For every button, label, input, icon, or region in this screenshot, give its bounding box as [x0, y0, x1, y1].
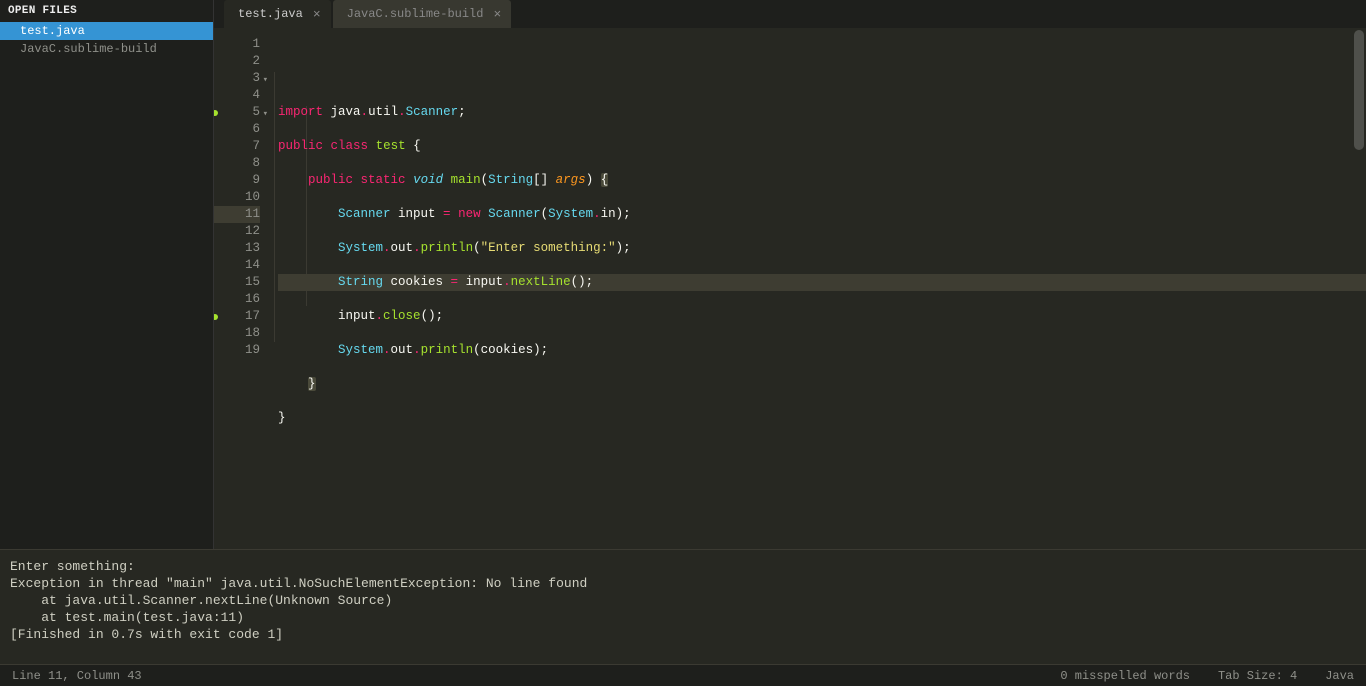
sidebar-item-javac-sublime-build[interactable]: JavaC.sublime-build — [0, 40, 213, 58]
code-line[interactable] — [278, 359, 1366, 376]
tab-bar: test.java × JavaC.sublime-build × — [214, 0, 1366, 28]
close-icon[interactable]: × — [313, 8, 321, 21]
sidebar-header: OPEN FILES — [0, 0, 213, 22]
code-line[interactable]: System.out.println(cookies); — [278, 342, 1366, 359]
code-line[interactable]: System.out.println("Enter something:"); — [278, 240, 1366, 257]
editor-area: test.java×JavaC.sublime-build× 123▾45▾67… — [214, 0, 1366, 549]
code-line[interactable]: String cookies = input.nextLine(); — [278, 274, 1366, 291]
gutter-line[interactable]: 2 — [214, 53, 260, 70]
gutter-line[interactable]: 10 — [214, 189, 260, 206]
gutter-line[interactable]: 4 — [214, 87, 260, 104]
code-line[interactable]: } — [278, 410, 1366, 427]
gutter-line[interactable]: 19 — [214, 342, 260, 359]
modified-marker-icon — [214, 110, 218, 116]
sidebar-item-test-java[interactable]: test.java — [0, 22, 213, 40]
status-bar: Line 11, Column 43 0 misspelled words Ta… — [0, 664, 1366, 686]
gutter: 123▾45▾678910111213141516171819 — [214, 28, 268, 549]
gutter-line[interactable]: 11 — [214, 206, 260, 223]
tab-test-java[interactable]: test.java × — [224, 0, 331, 28]
gutter-line[interactable]: 13 — [214, 240, 260, 257]
code-editor[interactable]: import java.util.Scanner; public class t… — [268, 28, 1366, 549]
code-line[interactable]: } — [278, 376, 1366, 393]
tab-label: test.java — [238, 7, 303, 21]
vertical-scrollbar[interactable] — [1354, 30, 1364, 150]
gutter-line[interactable]: 7 — [214, 138, 260, 155]
code-line[interactable]: Scanner input = new Scanner(System.in); — [278, 206, 1366, 223]
gutter-line[interactable]: 5▾ — [214, 104, 260, 121]
code-line[interactable]: public class test { — [278, 138, 1366, 155]
gutter-line[interactable]: 12 — [214, 223, 260, 240]
gutter-line[interactable]: 17 — [214, 308, 260, 325]
gutter-line[interactable]: 18 — [214, 325, 260, 342]
gutter-line[interactable]: 9 — [214, 172, 260, 189]
code-line[interactable]: input.close(); — [278, 308, 1366, 325]
gutter-line[interactable]: 6 — [214, 121, 260, 138]
code-line[interactable] — [278, 155, 1366, 172]
code-line[interactable] — [278, 121, 1366, 138]
code-line[interactable] — [278, 223, 1366, 240]
gutter-line[interactable]: 8 — [214, 155, 260, 172]
code-line[interactable]: import java.util.Scanner; — [278, 104, 1366, 121]
status-tab-size[interactable]: Tab Size: 4 — [1218, 669, 1297, 683]
build-output-panel[interactable]: Enter something: Exception in thread "ma… — [0, 549, 1366, 664]
gutter-line[interactable]: 15 — [214, 274, 260, 291]
code-line[interactable] — [278, 189, 1366, 206]
modified-marker-icon — [214, 314, 218, 320]
gutter-line[interactable]: 16 — [214, 291, 260, 308]
gutter-line[interactable]: 3▾ — [214, 70, 260, 87]
sidebar: OPEN FILES test.javaJavaC.sublime-build — [0, 0, 214, 549]
tab-label: JavaC.sublime-build — [347, 7, 484, 21]
gutter-line[interactable]: 1 — [214, 36, 260, 53]
code-line[interactable] — [278, 325, 1366, 342]
code-line[interactable] — [278, 393, 1366, 410]
gutter-line[interactable]: 14 — [214, 257, 260, 274]
status-misspelled[interactable]: 0 misspelled words — [1060, 669, 1190, 683]
status-position[interactable]: Line 11, Column 43 — [12, 669, 1060, 683]
code-line[interactable] — [278, 291, 1366, 308]
status-language[interactable]: Java — [1325, 669, 1354, 683]
code-line[interactable]: public static void main(String[] args) { — [278, 172, 1366, 189]
code-line[interactable] — [278, 257, 1366, 274]
close-icon[interactable]: × — [493, 8, 501, 21]
tab-javac-sublime-build[interactable]: JavaC.sublime-build × — [333, 0, 512, 28]
